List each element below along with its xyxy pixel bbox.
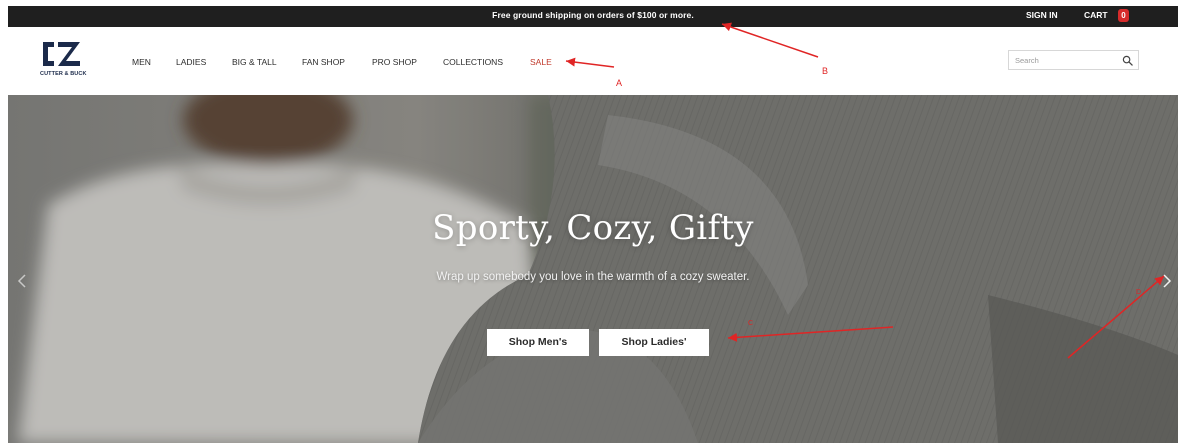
sign-in-link[interactable]: SIGN IN: [1026, 10, 1058, 20]
nav-item-men[interactable]: MEN: [132, 57, 151, 67]
page-frame: Free ground shipping on orders of $100 o…: [8, 6, 1178, 443]
nav-item-collections[interactable]: COLLECTIONS: [443, 57, 503, 67]
annotation-label-a: A: [616, 78, 623, 88]
brand-logo-text: CUTTER & BUCK: [40, 71, 87, 77]
carousel-prev-button[interactable]: [17, 273, 27, 294]
chevron-right-icon: [1163, 274, 1172, 288]
annotation-label-b: B: [822, 66, 829, 76]
announcement-bar: Free ground shipping on orders of $100 o…: [8, 6, 1178, 27]
nav-item-pro-shop[interactable]: PRO SHOP: [372, 57, 417, 67]
hero-title: Sporty, Cozy, Gifty: [432, 208, 754, 248]
site-header: CUTTER & BUCK MEN LADIES BIG & TALL FAN …: [8, 27, 1178, 95]
search-input[interactable]: [1015, 54, 1115, 66]
shop-ladies-button[interactable]: Shop Ladies': [599, 329, 709, 356]
nav-item-fan-shop[interactable]: FAN SHOP: [302, 57, 345, 67]
nav-item-big-tall[interactable]: BIG & TALL: [232, 57, 277, 67]
hero-banner: Sporty, Cozy, Gifty Wrap up somebody you…: [8, 95, 1178, 443]
hero-background-image: [8, 95, 1178, 443]
annotation-label-d: D: [1136, 289, 1142, 296]
brand-logo-icon: [43, 42, 80, 66]
shop-mens-button[interactable]: Shop Men's: [487, 329, 589, 356]
search-icon[interactable]: [1122, 55, 1133, 66]
hero-subtitle: Wrap up somebody you love in the warmth …: [436, 271, 750, 283]
cart-count-badge[interactable]: 0: [1118, 9, 1129, 22]
carousel-next-button[interactable]: [1162, 273, 1172, 294]
search-bar: [1008, 50, 1139, 70]
annotation-label-c: C: [748, 320, 754, 327]
shipping-promo-text: Free ground shipping on orders of $100 o…: [492, 10, 694, 20]
chevron-left-icon: [17, 274, 26, 288]
cart-link[interactable]: CART: [1084, 10, 1108, 20]
nav-item-sale[interactable]: SALE: [530, 57, 552, 67]
brand-logo[interactable]: CUTTER & BUCK: [40, 39, 86, 85]
nav-item-ladies[interactable]: LADIES: [176, 57, 206, 67]
